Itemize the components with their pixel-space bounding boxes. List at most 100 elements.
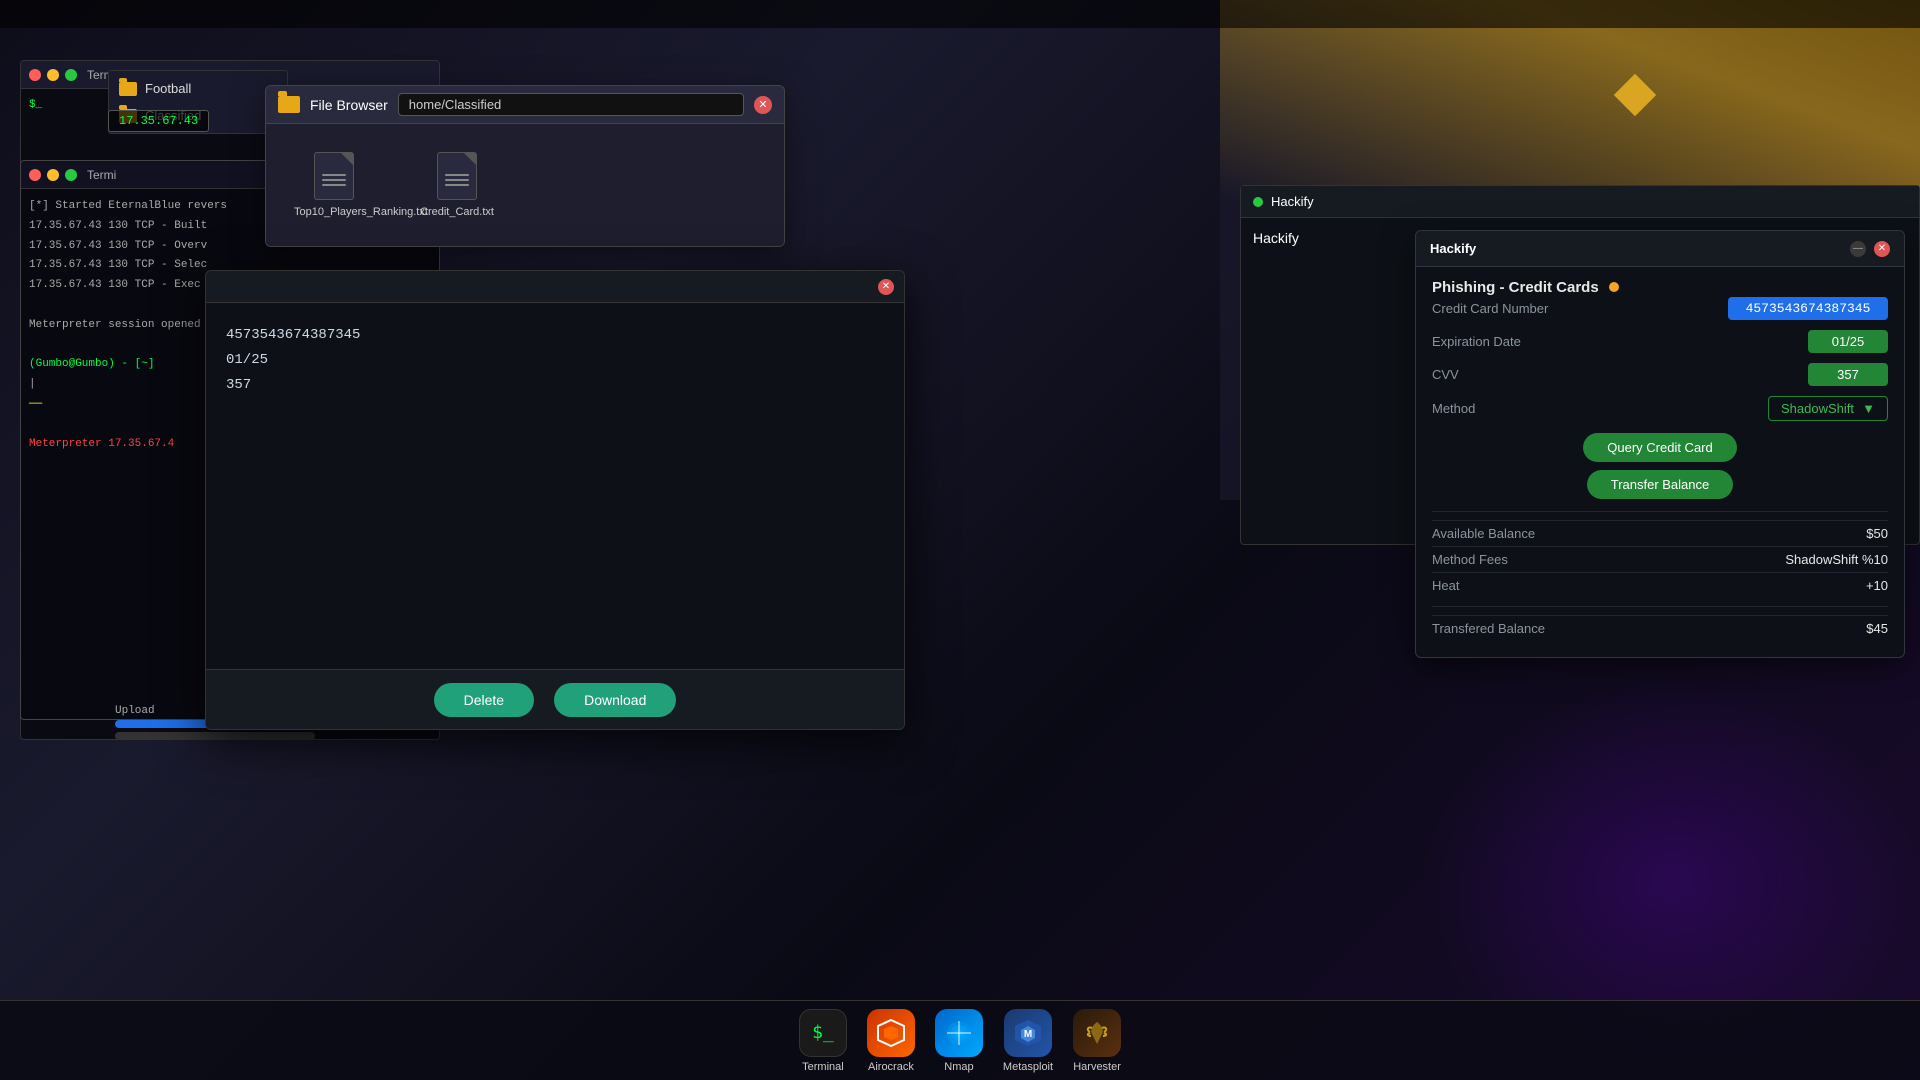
harvester-taskbar-icon	[1073, 1009, 1121, 1057]
hackify-fees-label: Method Fees	[1432, 552, 1508, 567]
text-viewer-body[interactable]: 4573543674387345 01/25 357	[206, 303, 904, 669]
file-credit-lines	[445, 174, 469, 186]
terminal-2-min-dot[interactable]	[47, 169, 59, 181]
hackify-exp-value: 01/25	[1808, 330, 1888, 353]
taskbar-nmap-label: Nmap	[944, 1061, 973, 1073]
hackify-balance-label: Available Balance	[1432, 526, 1535, 541]
file-players-name: Top10_Players_Ranking.txt	[294, 206, 374, 218]
hackify-exp-field: Expiration Date 01/25	[1432, 330, 1888, 353]
upload-progress-bar-2	[115, 732, 315, 740]
transfer-balance-button[interactable]: Transfer Balance	[1587, 470, 1734, 499]
terminal-1-max-dot[interactable]	[65, 69, 77, 81]
terminal-2-title: Termi	[87, 168, 116, 182]
hackify-heat-value: +10	[1866, 578, 1888, 593]
sidebar-item-football-label: Football	[145, 81, 191, 96]
hackify-cc-field: Credit Card Number 4573543674387345	[1432, 297, 1888, 320]
file-credit-icon	[437, 152, 477, 200]
file-browser-folder-icon	[278, 96, 300, 113]
hackify-bg-dot-green	[1253, 197, 1263, 207]
text-viewer-window: ✕ 4573543674387345 01/25 357 Delete Down…	[205, 270, 905, 730]
file-browser-window: File Browser home/Classified ✕ Top10_Pla…	[265, 85, 785, 247]
hackify-section-header: Phishing - Credit Cards	[1416, 267, 1904, 297]
taskbar-terminal[interactable]: $_ Terminal	[799, 1009, 847, 1073]
metasploit-taskbar-icon: M	[1004, 1009, 1052, 1057]
hackify-method-select[interactable]: ShadowShift ▼	[1768, 396, 1888, 421]
hackify-heat-row: Heat +10	[1432, 572, 1888, 598]
sidebar-item-football[interactable]: Football	[109, 75, 287, 102]
query-credit-card-button[interactable]: Query Credit Card	[1583, 433, 1736, 462]
text-viewer-close-button[interactable]: ✕	[878, 279, 894, 295]
nmap-icon-svg	[944, 1018, 974, 1048]
taskbar-metasploit-label: Metasploit	[1003, 1061, 1053, 1073]
hackify-balance-row: Available Balance $50	[1432, 520, 1888, 546]
hackify-heat-label: Heat	[1432, 578, 1459, 593]
file-browser-title: File Browser	[310, 97, 388, 113]
file-doc-line-2	[322, 179, 346, 181]
hackify-balance-value: $50	[1866, 526, 1888, 541]
hackify-close-button[interactable]: ✕	[1874, 241, 1890, 257]
terminal-1-min-dot[interactable]	[47, 69, 59, 81]
terminal-taskbar-icon: $_	[799, 1009, 847, 1057]
text-viewer-line-1: 4573543674387345	[226, 323, 884, 348]
file-doc-line-3	[322, 184, 346, 186]
hackify-bg-titlebar: Hackify	[1241, 186, 1919, 218]
text-viewer-titlebar: ✕	[206, 271, 904, 303]
delete-button[interactable]: Delete	[434, 683, 534, 717]
svg-text:M: M	[1024, 1029, 1032, 1040]
file-players-icon	[314, 152, 354, 200]
file-doc-line-4	[445, 174, 469, 176]
airocrack-taskbar-icon	[867, 1009, 915, 1057]
hackify-panel: Hackify — ✕ Phishing - Credit Cards Cred…	[1415, 230, 1905, 658]
hackify-divider-2	[1432, 606, 1888, 607]
terminal-1-close-dot[interactable]	[29, 69, 41, 81]
file-browser-path[interactable]: home/Classified	[398, 93, 744, 116]
text-viewer-line-3: 357	[226, 373, 884, 398]
file-credit-name: Credit_Card.txt	[420, 206, 494, 218]
hackify-section-title: Phishing - Credit Cards	[1432, 279, 1599, 296]
hackify-method-value: ShadowShift	[1781, 401, 1854, 416]
hackify-cc-label: Credit Card Number	[1432, 301, 1548, 316]
taskbar-airocrack-label: Airocrack	[868, 1061, 914, 1073]
hackify-fees-row: Method Fees ShadowShift %10	[1432, 546, 1888, 572]
hackify-transferred-row: Transfered Balance $45	[1432, 615, 1888, 641]
taskbar-nmap[interactable]: Nmap	[935, 1009, 983, 1073]
terminal-2-max-dot[interactable]	[65, 169, 77, 181]
hackify-cc-value: 4573543674387345	[1728, 297, 1888, 320]
hackify-body: Credit Card Number 4573543674387345 Expi…	[1416, 297, 1904, 657]
hackify-method-field: Method ShadowShift ▼	[1432, 396, 1888, 421]
download-button[interactable]: Download	[554, 683, 676, 717]
taskbar-airocrack[interactable]: Airocrack	[867, 1009, 915, 1073]
terminal-icon-symbol: $_	[812, 1022, 834, 1043]
hackify-divider-1	[1432, 511, 1888, 512]
hackify-cvv-value: 357	[1808, 363, 1888, 386]
hackify-close-icon: ✕	[1878, 243, 1886, 254]
hackify-bg-title: Hackify	[1271, 194, 1314, 209]
ip-badge: 17.35.67.43	[108, 110, 209, 132]
hackify-cvv-field: CVV 357	[1432, 363, 1888, 386]
terminal-2-close-dot[interactable]	[29, 169, 41, 181]
file-item-credit-card[interactable]: Credit_Card.txt	[412, 144, 502, 226]
metasploit-icon-svg: M	[1013, 1018, 1043, 1048]
file-doc-line-1	[322, 174, 346, 176]
hackify-panel-titlebar: Hackify — ✕	[1416, 231, 1904, 267]
hackify-cvv-label: CVV	[1432, 367, 1459, 382]
nmap-taskbar-icon	[935, 1009, 983, 1057]
taskbar-metasploit[interactable]: M Metasploit	[1003, 1009, 1053, 1073]
file-browser-body: Top10_Players_Ranking.txt Credit_Card.tx…	[266, 124, 784, 246]
taskbar-harvester-label: Harvester	[1073, 1061, 1121, 1073]
file-browser-close-button[interactable]: ✕	[754, 96, 772, 114]
top-bar	[0, 0, 1920, 28]
text-viewer-line-2: 01/25	[226, 348, 884, 373]
upload-progress-fill-2	[115, 732, 195, 740]
file-doc-line-5	[445, 179, 469, 181]
folder-football-icon	[119, 82, 137, 96]
taskbar-harvester[interactable]: Harvester	[1073, 1009, 1121, 1073]
hackify-method-chevron: ▼	[1862, 401, 1875, 416]
hackify-minimize-button[interactable]: —	[1850, 241, 1866, 257]
hackify-fees-value: ShadowShift %10	[1785, 552, 1888, 567]
hackify-actions: Query Credit Card Transfer Balance	[1432, 433, 1888, 499]
file-doc-line-6	[445, 184, 469, 186]
taskbar: $_ Terminal Airocrack Nmap	[0, 1000, 1920, 1080]
taskbar-terminal-label: Terminal	[802, 1061, 844, 1073]
file-item-players[interactable]: Top10_Players_Ranking.txt	[286, 144, 382, 226]
